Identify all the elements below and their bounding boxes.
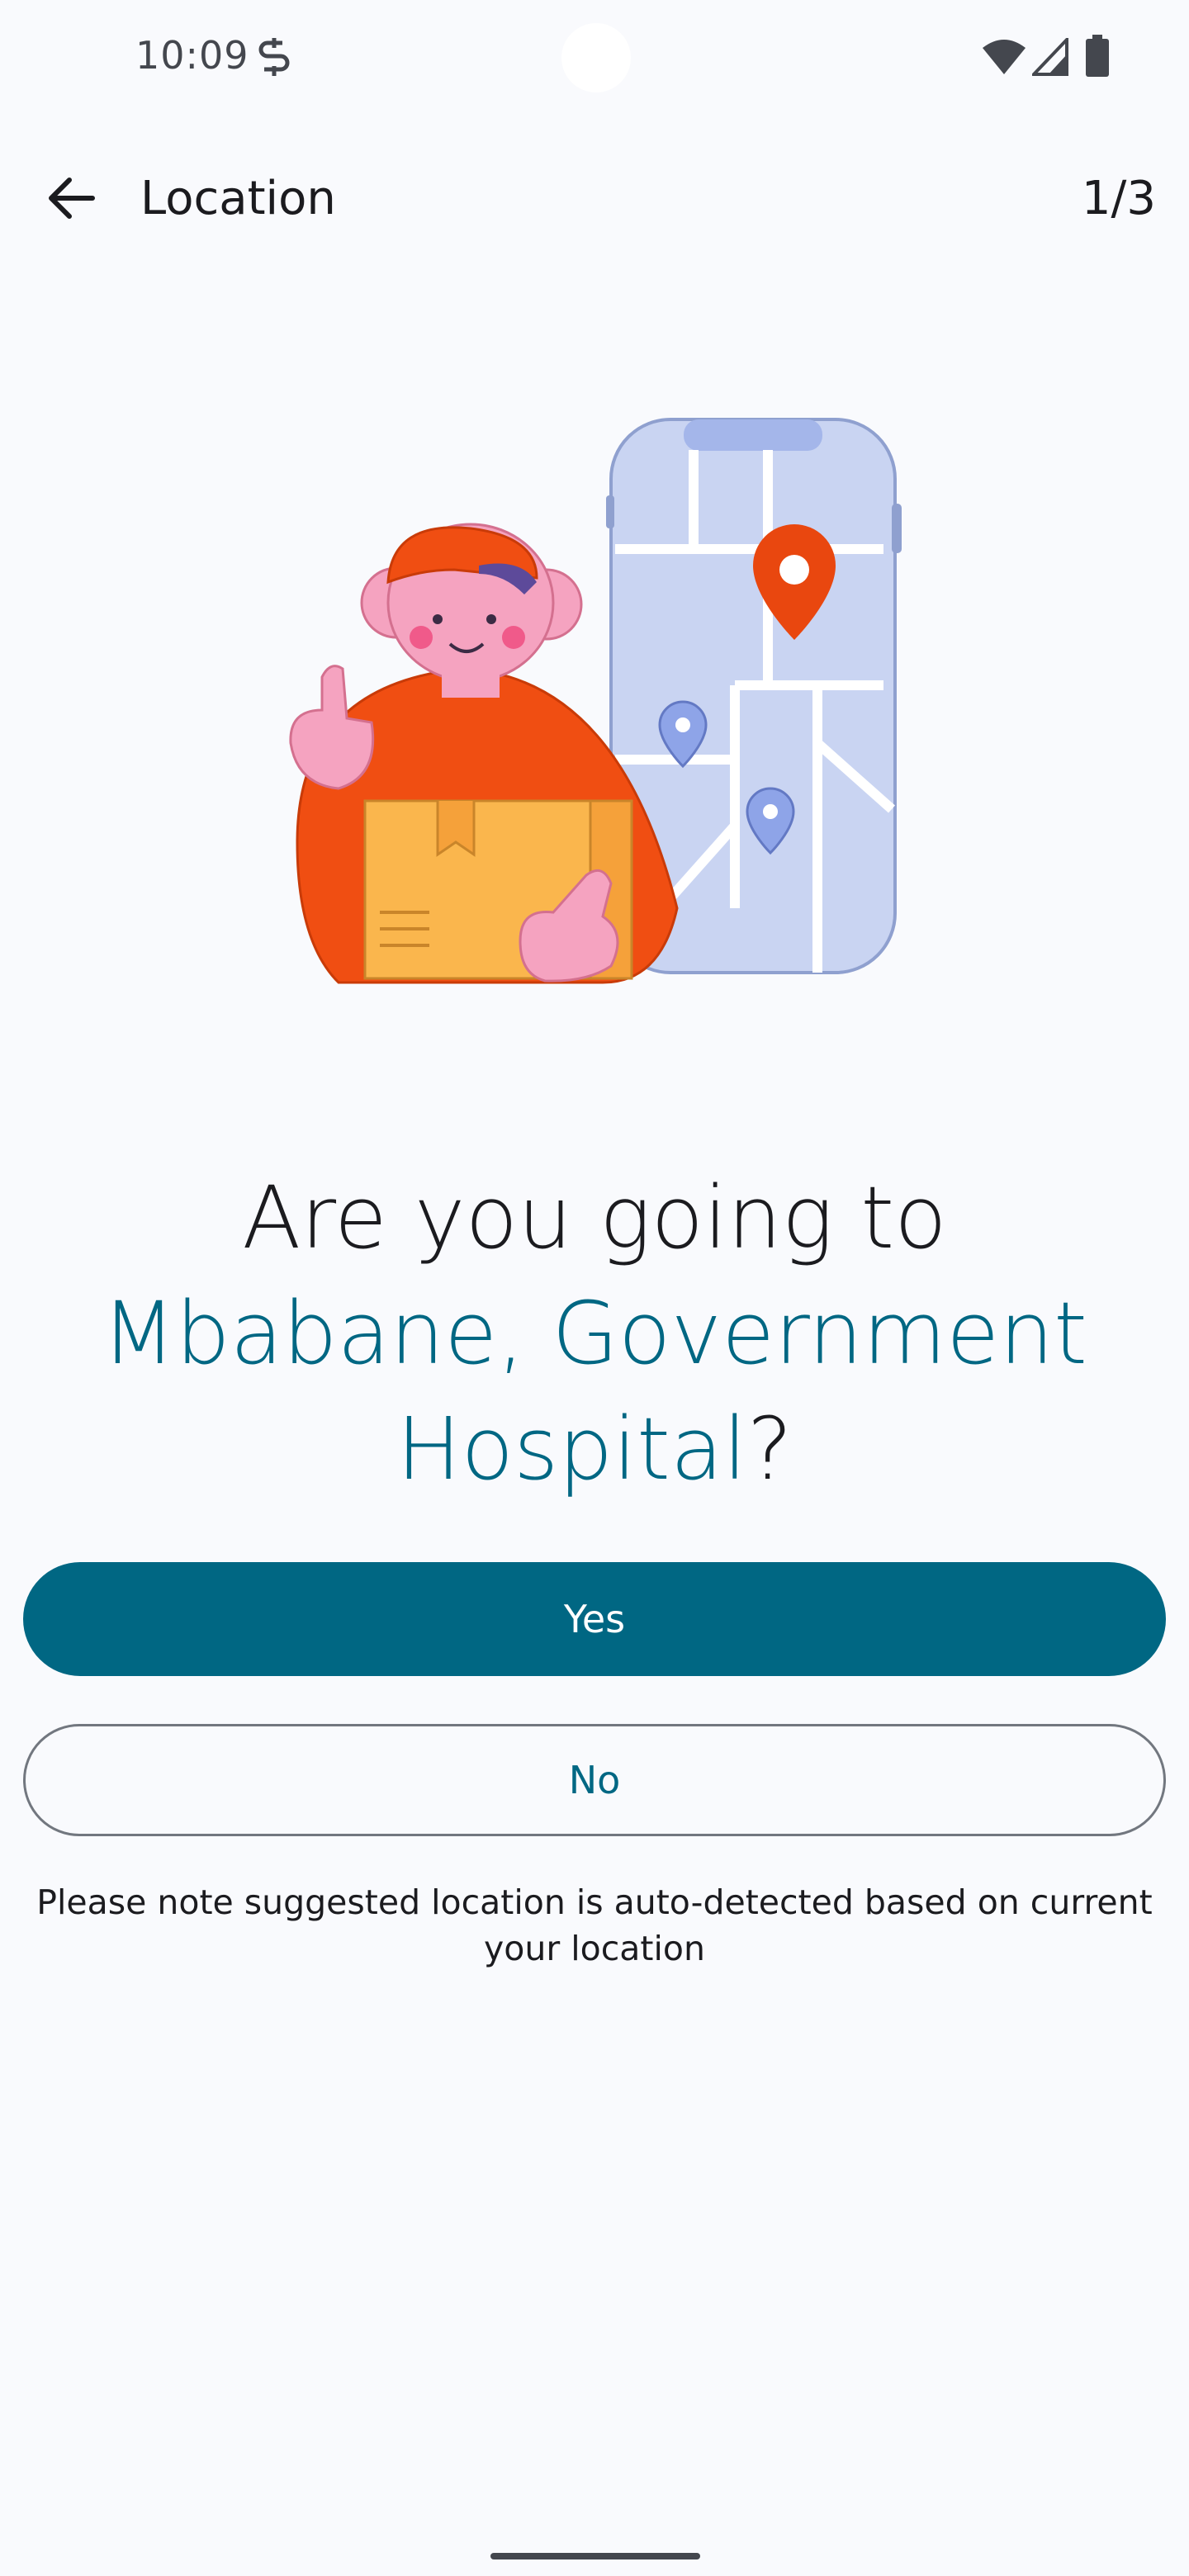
arrow-back-icon — [49, 178, 95, 219]
question-suffix: ? — [746, 1399, 793, 1499]
wifi-icon — [983, 40, 1026, 74]
no-button[interactable]: No — [23, 1724, 1166, 1836]
status-time: 10:09 — [135, 33, 249, 78]
camera-cutout — [561, 23, 631, 92]
back-button[interactable] — [33, 160, 109, 236]
signal-icon — [1032, 38, 1068, 76]
sync-icon — [258, 38, 290, 76]
step-counter: 1/3 — [1081, 172, 1156, 225]
yes-button[interactable]: Yes — [23, 1562, 1166, 1676]
suggested-location: Mbabane, Government Hospital — [102, 1283, 1087, 1499]
status-bar: 10:09 — [0, 0, 1189, 116]
delivery-person-map-icon — [289, 418, 902, 984]
question-prefix: Are you going to — [242, 1167, 947, 1268]
location-question: Are you going to Mbabane, Government Hos… — [33, 1160, 1156, 1507]
battery-icon — [1086, 35, 1109, 77]
top-app-bar: Location 1/3 — [0, 149, 1189, 248]
home-indicator[interactable] — [490, 2553, 700, 2559]
page-title: Location — [140, 172, 336, 225]
location-note: Please note suggested location is auto-d… — [36, 1882, 1153, 1968]
